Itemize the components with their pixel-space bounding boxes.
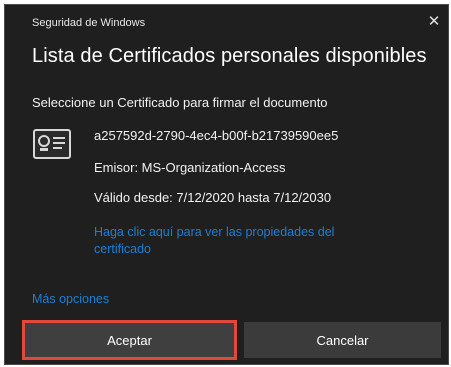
certificate-dialog: Seguridad de Windows ✕ Lista de Certific… [4,4,449,365]
certificate-validity: Válido desde: 7/12/2020 hasta 7/12/2030 [94,190,332,205]
certificate-id[interactable]: a257592d-2790-4ec4-b00f-b21739590ee5 [94,128,338,143]
dialog-heading: Lista de Certificados personales disponi… [32,45,427,67]
window-title: Seguridad de Windows [32,17,146,29]
more-options-link[interactable]: Más opciones [32,292,109,306]
certificate-icon[interactable] [33,129,71,159]
accept-button[interactable]: Aceptar [22,320,237,360]
certificate-issuer: Emisor: MS-Organization-Access [94,160,286,175]
certificate-properties-link[interactable]: Haga clic aquí para ver las propiedades … [94,224,394,258]
instruction-text: Seleccione un Certificado para firmar el… [32,95,328,110]
close-icon[interactable]: ✕ [426,13,442,30]
cancel-button[interactable]: Cancelar [244,322,441,358]
